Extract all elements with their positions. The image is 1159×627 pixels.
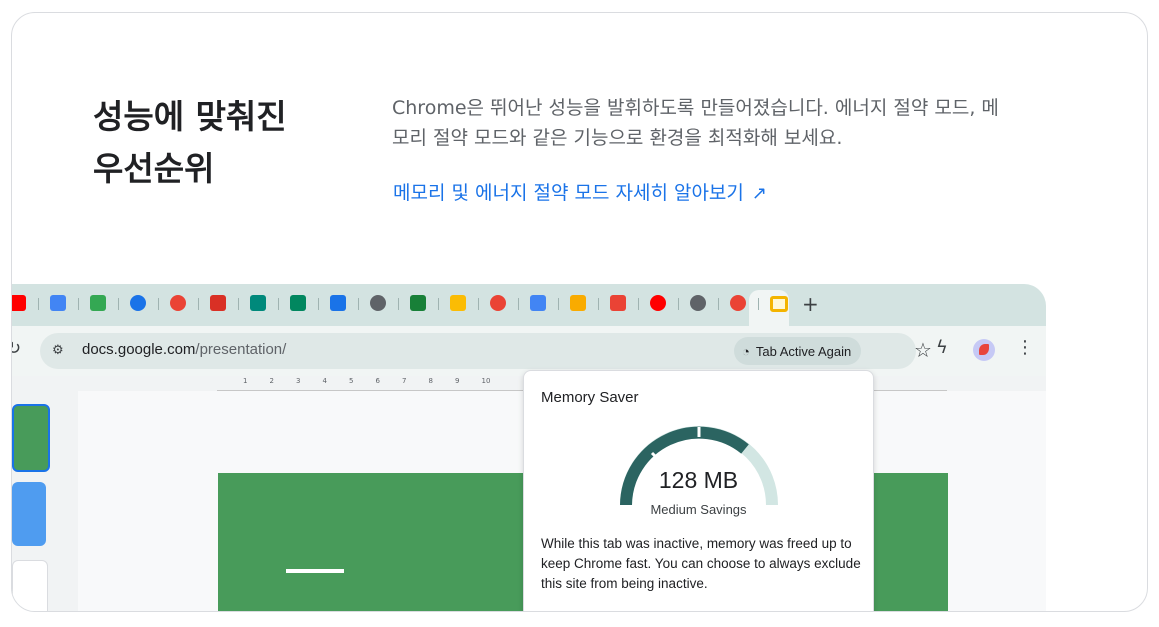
tab-separator [358,298,359,310]
tab-separator [398,298,399,310]
tab-separator [558,298,559,310]
popup-description: While this tab was inactive, memory was … [541,536,861,591]
ruler-number: 7 [402,377,407,385]
tab-google-icon[interactable] [730,295,746,311]
ruler-number: 2 [269,377,274,385]
tab-flights-icon[interactable] [130,295,146,311]
slide-filmstrip [12,376,64,611]
tab-separator [758,298,759,310]
tab-separator [78,298,79,310]
speedometer-icon: ◔ [742,343,750,359]
ruler-number: 5 [349,377,354,385]
tab-separator [438,298,439,310]
learn-more-label: 메모리 및 에너지 절약 모드 자세히 알아보기 [393,182,744,204]
vertical-ruler [64,402,79,611]
popup-title: Memory Saver [541,389,639,406]
tab-docs-icon[interactable] [50,295,66,311]
tab-separator [38,298,39,310]
ruler-number: 8 [428,377,433,385]
slide-thumbnail-1[interactable] [12,404,50,472]
tab-separator [518,298,519,310]
tab-separator [278,298,279,310]
memory-gauge [620,426,778,506]
tab-google-icon[interactable] [170,295,186,311]
tab-separator [318,298,319,310]
tab-drive-icon[interactable] [90,295,106,311]
profile-avatar[interactable] [973,339,995,361]
performance-icon[interactable]: ϟ [936,337,948,358]
tab-play-icon[interactable] [290,295,306,311]
reload-icon[interactable]: ↻ [12,338,21,359]
ruler-number: 9 [455,377,460,385]
tab-slides-icon[interactable] [770,296,788,312]
learn-more-link[interactable]: 메모리 및 에너지 절약 모드 자세히 알아보기 ↗ [393,178,767,205]
tab-photos-icon[interactable] [610,295,626,311]
tab-separator [198,298,199,310]
memory-amount: 128 MB [658,467,739,493]
feature-card: 성능에 맞춰진 우선순위 Chrome은 뛰어난 성능을 발휘하도록 만들어졌습… [11,12,1148,612]
ruler-number: 10 [481,377,491,385]
savings-label: Medium Savings [650,502,747,517]
site-settings-icon[interactable]: ⚙ [52,343,64,358]
tab-calendar-icon[interactable] [330,295,346,311]
browser-toolbar: ↻ ⚙ docs.google.com/presentation/ ◔ Tab … [12,326,1046,376]
address-bar[interactable]: ⚙ docs.google.com/presentation/ ◔ Tab Ac… [40,333,932,369]
slide-accent-line [286,569,344,573]
ruler-number: 1 [243,377,248,385]
more-menu-icon[interactable]: ⋮ [1016,337,1034,358]
tab-strip: + [12,284,1046,328]
slide-thumbnail-2[interactable] [12,482,46,546]
tab-separator [158,298,159,310]
tab-active-again-chip[interactable]: ◔ Tab Active Again [734,337,862,365]
tab-google-icon[interactable] [490,295,506,311]
new-tab-button[interactable]: + [802,292,819,316]
tab-separator [238,298,239,310]
tab-translate-icon[interactable] [530,295,546,311]
url-path: /presentation/ [195,341,287,358]
tab-maps-icon[interactable] [450,295,466,311]
tab-youtube-icon[interactable] [12,295,26,311]
chip-label: Tab Active Again [755,343,852,359]
tab-meet-icon[interactable] [250,295,266,311]
bookmark-star-icon[interactable]: ☆ [914,338,932,362]
tab-gmail-icon[interactable] [210,295,226,311]
ruler-number: 3 [296,377,301,385]
slide-thumbnail-3[interactable] [12,560,48,611]
tab-keep-icon[interactable] [570,295,586,311]
memory-saver-popup: Memory Saver 128 MB Medium Savings While… [523,370,874,611]
tab-chrome-icon[interactable] [690,295,706,311]
tab-chrome-icon[interactable] [370,295,386,311]
tab-separator [718,298,719,310]
section-heading: 성능에 맞춰진 우선순위 [93,97,287,188]
ruler-number: 6 [375,377,380,385]
url-text: docs.google.com/presentation/ [82,341,286,358]
external-arrow-icon: ↗ [751,183,767,204]
tab-separator [638,298,639,310]
url-domain: docs.google.com [82,341,196,358]
ruler-number: 4 [322,377,327,385]
section-description: Chrome은 뛰어난 성능을 발휘하도록 만들어졌습니다. 에너지 절약 모드… [392,97,999,149]
tab-separator [118,298,119,310]
tab-separator [478,298,479,310]
tab-separator [678,298,679,310]
tab-separator [598,298,599,310]
tab-chat-icon[interactable] [410,295,426,311]
tab-youtube-music-icon[interactable] [650,295,666,311]
